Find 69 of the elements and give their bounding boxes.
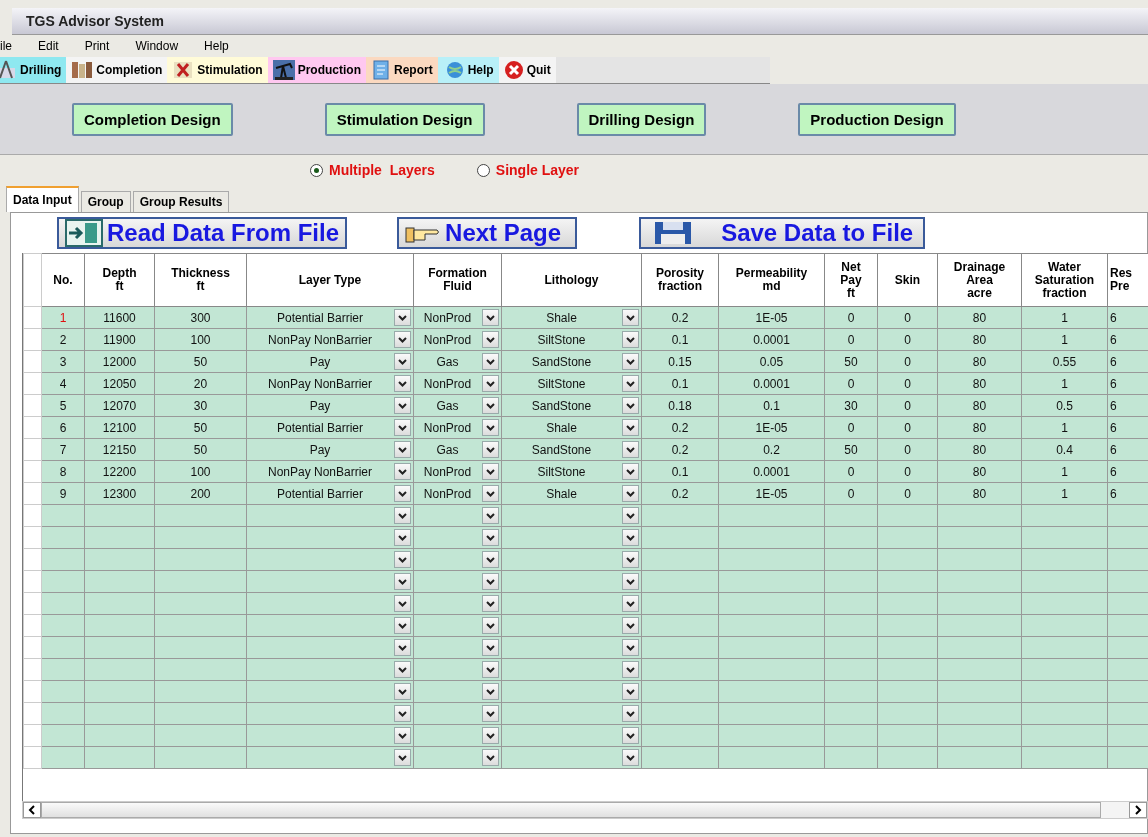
radio-label[interactable]: Single Layer xyxy=(495,162,580,178)
design-button[interactable]: Stimulation Design xyxy=(324,102,485,136)
menu-item[interactable]: ile xyxy=(0,39,12,53)
dropdown-cell[interactable]: SiltStone xyxy=(501,372,642,395)
column-header: Thickness ft xyxy=(154,253,247,307)
column-header: Depth ft xyxy=(84,253,155,307)
column-header: Layer Type xyxy=(246,253,414,307)
column-header: Drainage Area acre xyxy=(937,253,1022,307)
toolbar-button[interactable]: Stimulation xyxy=(167,57,268,83)
horizontal-scrollbar[interactable] xyxy=(22,801,1148,819)
toolbar-button[interactable]: Production xyxy=(267,57,366,83)
dropdown-cell[interactable]: Shale xyxy=(501,416,642,439)
tab[interactable]: Group xyxy=(80,191,131,212)
column-header: Formation Fluid xyxy=(413,253,502,307)
column-header: Skin xyxy=(877,253,938,307)
column-header: Permeability md xyxy=(718,253,825,307)
dropdown-cell[interactable]: Potential Barrier xyxy=(246,416,414,439)
scroll-left-icon[interactable] xyxy=(23,802,41,818)
dropdown-cell[interactable]: SandStone xyxy=(501,438,642,461)
action-button[interactable]: Read Data From File xyxy=(57,217,348,249)
column-header: Net Pay ft xyxy=(824,253,878,307)
dropdown-cell[interactable]: Shale xyxy=(501,482,642,505)
dropdown-cell[interactable]: NonPay NonBarrier xyxy=(246,460,414,483)
radio-button[interactable] xyxy=(310,163,323,177)
document-icon xyxy=(371,60,391,80)
toolbar-button[interactable]: Help xyxy=(437,57,499,83)
tab[interactable]: Data Input xyxy=(6,186,79,212)
dropdown-cell[interactable]: SiltStone xyxy=(501,460,642,483)
radio-button[interactable] xyxy=(476,163,490,177)
tab[interactable]: Group Results xyxy=(132,191,230,212)
column-header: No. xyxy=(41,253,85,307)
pump-jack-icon xyxy=(272,60,295,80)
toolbar-button[interactable]: Completion xyxy=(66,57,168,83)
dropdown-cell[interactable]: SandStone xyxy=(501,394,642,417)
action-button[interactable]: Save Data to File xyxy=(639,217,926,249)
design-button[interactable]: Drilling Design xyxy=(576,102,707,136)
toolbar-button[interactable]: Drilling xyxy=(0,57,67,83)
equipment-icon xyxy=(71,60,94,80)
column-header: Water Saturation fraction xyxy=(1021,253,1108,307)
dropdown-cell[interactable]: NonPay NonBarrier xyxy=(246,372,414,395)
close-icon xyxy=(503,60,524,80)
dropdown-cell[interactable]: Shale xyxy=(501,306,642,329)
action-button[interactable]: Next Page xyxy=(397,217,578,249)
dropdown-cell[interactable]: Pay xyxy=(246,350,414,373)
menu-item[interactable]: Help xyxy=(204,39,229,53)
stimulation-icon xyxy=(172,60,195,80)
design-button[interactable]: Production Design xyxy=(798,102,956,136)
toolbar-button[interactable]: Report xyxy=(366,57,438,83)
dropdown-cell[interactable]: NonPay NonBarrier xyxy=(246,328,414,351)
dropdown-cell[interactable]: SandStone xyxy=(501,350,642,373)
menu-item[interactable]: Print xyxy=(84,39,110,53)
window-title: TGS Advisor System xyxy=(26,13,164,29)
exit-door-icon xyxy=(65,219,103,247)
toolbar-button[interactable]: Quit xyxy=(498,57,556,83)
column-header: Lithology xyxy=(501,253,642,307)
dropdown-cell[interactable]: Pay xyxy=(246,438,414,461)
dropdown-cell[interactable]: Potential Barrier xyxy=(246,482,414,505)
menu-item[interactable]: Edit xyxy=(38,39,59,53)
scroll-thumb[interactable] xyxy=(41,802,1101,818)
dropdown-cell[interactable]: Potential Barrier xyxy=(246,306,414,329)
column-header: Res Pre xyxy=(1107,253,1148,307)
column-header: Porosity fraction xyxy=(641,253,719,307)
dropdown-cell[interactable]: Pay xyxy=(246,394,414,417)
design-button[interactable]: Completion Design xyxy=(72,102,233,136)
radio-label[interactable]: Multiple Layers xyxy=(329,162,435,178)
dropdown-cell[interactable]: SiltStone xyxy=(501,328,642,351)
rig-icon xyxy=(0,60,17,80)
menu-item[interactable]: Window xyxy=(135,39,179,53)
scroll-right-icon[interactable] xyxy=(1129,802,1147,818)
